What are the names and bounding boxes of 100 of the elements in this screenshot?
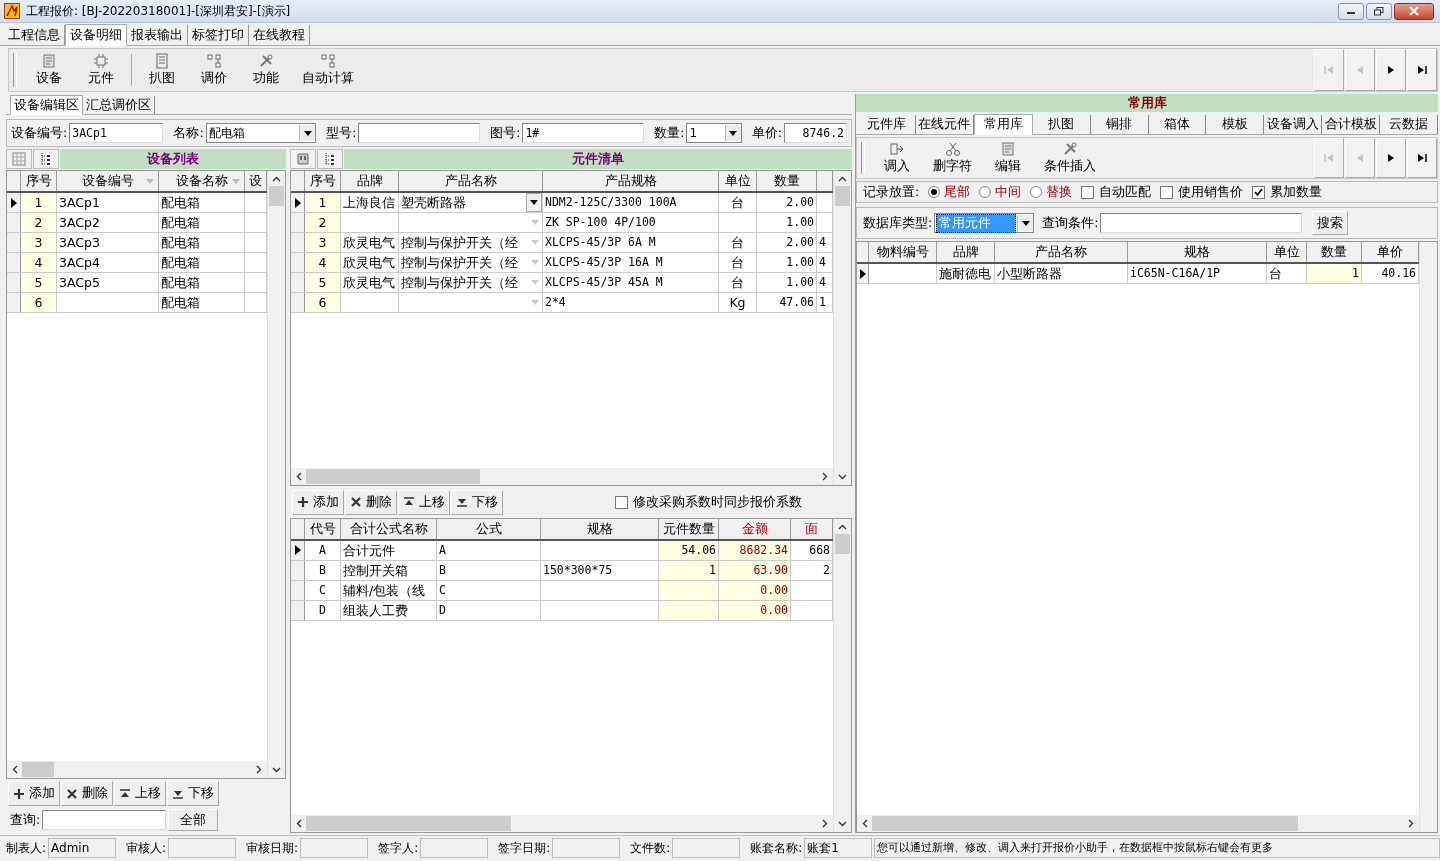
scrollbar-thumb[interactable]: [872, 816, 1298, 831]
column-header[interactable]: [817, 171, 833, 191]
column-header[interactable]: 代号: [305, 518, 341, 539]
tab[interactable]: 元件库: [858, 115, 916, 134]
column-header[interactable]: 单位: [1267, 242, 1307, 262]
up-button[interactable]: 上移: [114, 781, 166, 806]
radio-button[interactable]: 替换: [1030, 183, 1073, 201]
input-field[interactable]: [358, 123, 481, 143]
vertical-scrollbar[interactable]: [833, 171, 851, 485]
tab[interactable]: 汇总调价区: [83, 96, 155, 114]
input-field[interactable]: 8746.2: [784, 123, 847, 143]
dropdown-field[interactable]: 1: [686, 123, 742, 143]
scroll-right-icon[interactable]: [256, 765, 262, 774]
table-cell[interactable]: 塑壳断路器: [399, 193, 543, 212]
tab[interactable]: 扒图: [1032, 115, 1091, 134]
table-cell[interactable]: 控制与保护开关（经: [399, 273, 543, 292]
scroll-down-icon[interactable]: [272, 767, 281, 773]
column-header[interactable]: 数量: [1307, 242, 1362, 262]
table-cell[interactable]: 控制与保护开关（经: [399, 253, 543, 272]
query-field[interactable]: [1100, 213, 1303, 233]
column-header[interactable]: 元件数量: [659, 518, 719, 539]
column-header[interactable]: 单位: [719, 171, 757, 191]
tab[interactable]: 在线教程: [249, 25, 310, 45]
column-header[interactable]: 规格: [541, 518, 659, 539]
vertical-scrollbar[interactable]: [833, 518, 851, 832]
column-header[interactable]: 公式: [437, 518, 541, 539]
row-indicator[interactable]: [291, 193, 305, 212]
row-indicator[interactable]: [857, 264, 869, 283]
tab[interactable]: 设备编辑区: [10, 95, 83, 115]
tree-button[interactable]: [33, 149, 59, 169]
down-button[interactable]: 下移: [167, 781, 219, 806]
down-button[interactable]: 下移: [451, 489, 503, 515]
horizontal-scrollbar[interactable]: [291, 467, 833, 485]
input-field[interactable]: 1#: [522, 123, 645, 143]
tab[interactable]: 云数据: [1380, 115, 1439, 134]
scroll-left-icon[interactable]: [296, 819, 302, 828]
add-button[interactable]: 添加: [8, 781, 60, 806]
scroll-up-icon[interactable]: [838, 176, 847, 182]
close-button[interactable]: [1394, 2, 1434, 20]
tab[interactable]: 设备明细: [65, 24, 127, 46]
column-header[interactable]: 规格: [1128, 242, 1267, 262]
minimize-button[interactable]: [1338, 2, 1364, 20]
column-header[interactable]: 合计公式名称: [341, 518, 437, 539]
last-record-button[interactable]: [1407, 138, 1437, 178]
column-header[interactable]: 产品名称: [399, 171, 543, 191]
column-header[interactable]: 单价: [1362, 242, 1419, 262]
search-button[interactable]: 搜索: [1312, 211, 1349, 235]
scroll-left-icon[interactable]: [296, 471, 302, 481]
checkbox[interactable]: 自动匹配: [1081, 183, 1152, 201]
toolbar-button[interactable]: 删字符: [923, 138, 982, 178]
vertical-scrollbar[interactable]: [267, 171, 285, 778]
scrollbar-thumb[interactable]: [306, 468, 481, 484]
tab[interactable]: 报表输出: [127, 25, 188, 45]
scroll-down-icon[interactable]: [838, 473, 847, 480]
column-header[interactable]: 产品规格: [543, 171, 719, 191]
toolbar-button[interactable]: 条件插入: [1034, 138, 1106, 178]
column-header[interactable]: 物料编号: [869, 242, 937, 262]
horizontal-scrollbar[interactable]: [7, 761, 267, 778]
table-cell[interactable]: 控制与保护开关（经: [399, 233, 543, 252]
radio-button[interactable]: 尾部: [928, 183, 971, 201]
row-indicator[interactable]: [7, 193, 21, 212]
column-header[interactable]: 产品名称: [995, 242, 1128, 262]
scroll-left-icon[interactable]: [862, 819, 868, 828]
tree-button[interactable]: [317, 149, 343, 169]
scroll-up-icon[interactable]: [838, 523, 847, 530]
scroll-left-icon[interactable]: [12, 765, 18, 774]
query-field[interactable]: [42, 810, 167, 830]
toolbar-button[interactable]: 自动计算: [292, 49, 364, 91]
scrollbar-thumb[interactable]: [22, 762, 55, 777]
column-header[interactable]: 设备名称: [159, 171, 245, 191]
toolbar-button[interactable]: 调价: [188, 49, 240, 91]
column-header[interactable]: 序号: [21, 171, 57, 191]
sync-checkbox[interactable]: 修改采购系数时同步报价系数: [615, 493, 802, 511]
toolbar-button[interactable]: 设备: [23, 49, 75, 91]
tab[interactable]: 铜排: [1090, 115, 1149, 134]
toolbar-button[interactable]: 扒图: [136, 49, 188, 91]
scroll-up-icon[interactable]: [272, 176, 281, 182]
scroll-right-icon[interactable]: [822, 819, 828, 828]
dropdown-field[interactable]: 配电箱: [205, 123, 317, 143]
toolbar-button[interactable]: 编辑: [982, 138, 1034, 178]
scroll-down-icon[interactable]: [838, 821, 847, 827]
column-header[interactable]: 金额: [719, 518, 791, 539]
horizontal-scrollbar[interactable]: [857, 815, 1419, 832]
tab[interactable]: 合计模板: [1322, 115, 1381, 134]
scrollbar-thumb[interactable]: [835, 186, 850, 206]
tab[interactable]: 设备调入: [1264, 115, 1323, 134]
tab[interactable]: 箱体: [1148, 115, 1207, 134]
show-all-button[interactable]: 全部: [168, 809, 219, 831]
up-button[interactable]: 上移: [398, 489, 450, 515]
tab[interactable]: 常用库: [973, 114, 1033, 135]
scrollbar-thumb[interactable]: [306, 816, 511, 831]
horizontal-scrollbar[interactable]: [291, 815, 833, 832]
input-field[interactable]: 3ACp1: [69, 123, 164, 143]
tab[interactable]: 标签打印: [188, 25, 249, 45]
scroll-right-icon[interactable]: [1408, 819, 1414, 828]
vertical-scrollbar[interactable]: [1419, 242, 1437, 832]
column-header[interactable]: 品牌: [937, 242, 995, 262]
delete-button[interactable]: 删除: [345, 489, 397, 515]
column-header[interactable]: 序号: [305, 171, 341, 191]
last-record-button[interactable]: [1407, 49, 1437, 91]
